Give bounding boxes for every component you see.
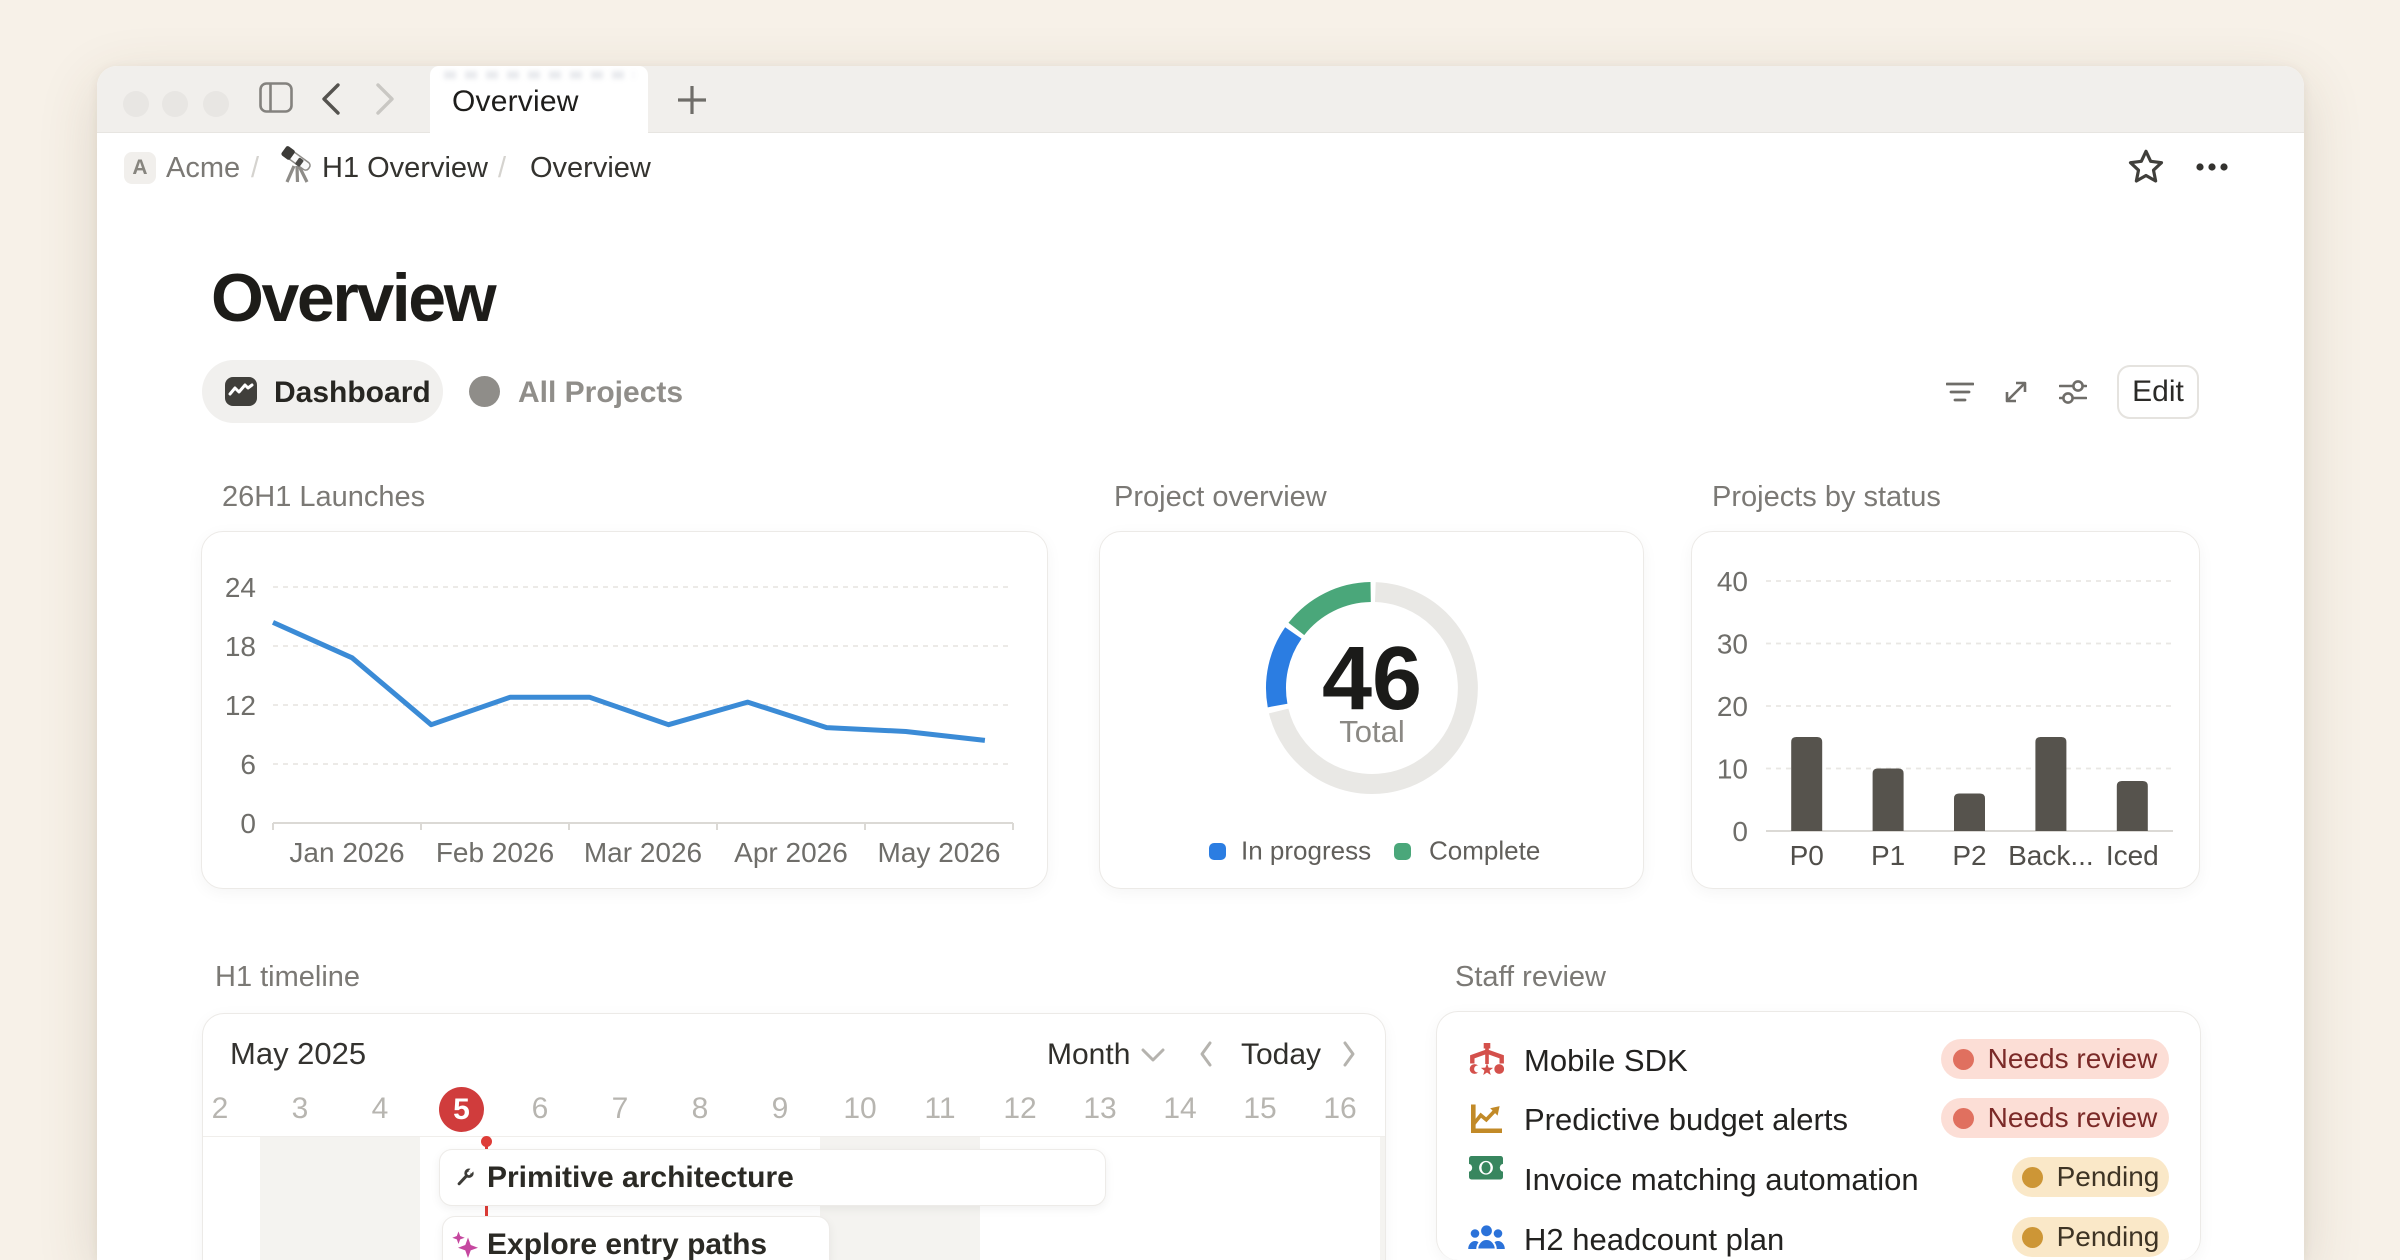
svg-text:Iced: Iced: [2106, 840, 2159, 871]
svg-text:6: 6: [240, 749, 256, 780]
svg-text:30: 30: [1717, 629, 1748, 660]
svg-text:40: 40: [1717, 566, 1748, 597]
svg-text:May 2026: May 2026: [878, 837, 1001, 868]
svg-text:12: 12: [225, 690, 256, 721]
svg-text:Apr 2026: Apr 2026: [734, 837, 848, 868]
svg-text:Total: Total: [1339, 714, 1404, 749]
svg-text:10: 10: [1717, 754, 1748, 785]
svg-text:P2: P2: [1952, 840, 1986, 871]
svg-text:24: 24: [225, 572, 256, 603]
svg-text:0: 0: [1732, 816, 1748, 847]
svg-text:Back...: Back...: [2008, 840, 2094, 871]
svg-text:P1: P1: [1871, 840, 1905, 871]
svg-text:20: 20: [1717, 691, 1748, 722]
svg-text:18: 18: [225, 631, 256, 662]
svg-text:Jan 2026: Jan 2026: [289, 837, 404, 868]
svg-text:Feb 2026: Feb 2026: [436, 837, 554, 868]
svg-text:Complete: Complete: [1429, 836, 1540, 866]
svg-text:P0: P0: [1790, 840, 1824, 871]
svg-text:In progress: In progress: [1241, 836, 1371, 866]
svg-text:0: 0: [240, 808, 256, 839]
svg-text:Mar 2026: Mar 2026: [584, 837, 702, 868]
